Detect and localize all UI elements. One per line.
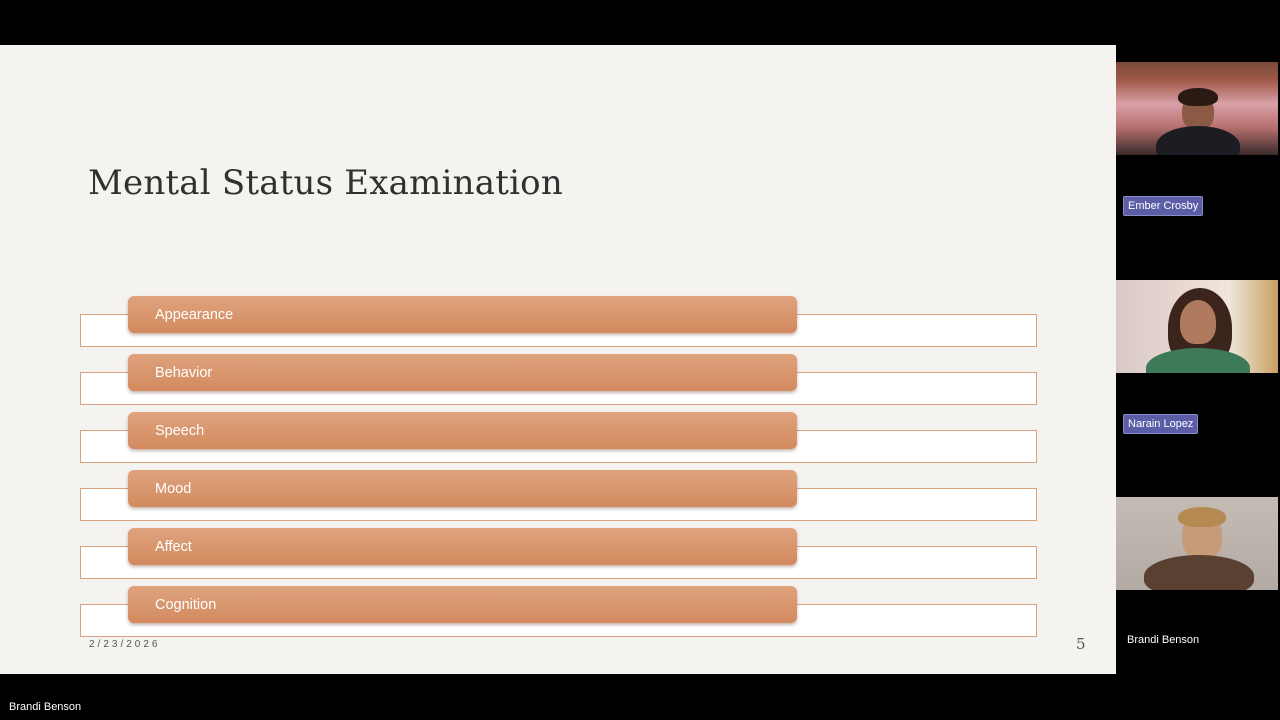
- participant-face: [1180, 300, 1216, 344]
- slide-date: 2/23/2026: [89, 639, 161, 650]
- item-label: Behavior: [155, 364, 213, 381]
- participant-body: [1144, 555, 1254, 590]
- participant-name-tag: Ember Crosby: [1123, 196, 1204, 216]
- participant-name-tag: Narain Lopez: [1123, 414, 1199, 434]
- item-pill: Speech: [128, 412, 797, 449]
- item-label: Appearance: [155, 306, 234, 323]
- participant-body: [1146, 348, 1250, 373]
- item-label: Affect: [155, 538, 192, 555]
- participant-video: [1116, 280, 1278, 373]
- item-pill: Cognition: [128, 586, 797, 623]
- presenter-name: Brandi Benson: [9, 701, 82, 713]
- item-label: Speech: [155, 422, 205, 439]
- mse-item: Appearance: [80, 296, 1037, 354]
- mse-item: Cognition: [80, 586, 1037, 644]
- participant-body: [1156, 126, 1240, 155]
- mse-item: Affect: [80, 528, 1037, 586]
- participant-hair: [1178, 507, 1226, 527]
- mse-item: Behavior: [80, 354, 1037, 412]
- participant-name-tag: Brandi Benson: [1127, 634, 1200, 646]
- participant-tile[interactable]: Ember Crosby: [1116, 62, 1280, 232]
- slide-title: Mental Status Examination: [88, 163, 563, 203]
- item-pill: Mood: [128, 470, 797, 507]
- item-label: Mood: [155, 480, 192, 497]
- slide-page-number: 5: [1076, 635, 1086, 653]
- item-pill: Affect: [128, 528, 797, 565]
- participant-video: [1116, 497, 1278, 590]
- mse-item: Mood: [80, 470, 1037, 528]
- participant-tile[interactable]: Brandi Benson: [1116, 497, 1280, 657]
- shared-slide: Mental Status Examination Appearance Beh…: [0, 45, 1116, 674]
- mse-item: Speech: [80, 412, 1037, 470]
- participant-tile[interactable]: Narain Lopez: [1116, 280, 1280, 450]
- participant-hair: [1178, 88, 1218, 106]
- item-label: Cognition: [155, 596, 217, 613]
- participant-video: [1116, 62, 1278, 155]
- item-pill: Appearance: [128, 296, 797, 333]
- item-pill: Behavior: [128, 354, 797, 391]
